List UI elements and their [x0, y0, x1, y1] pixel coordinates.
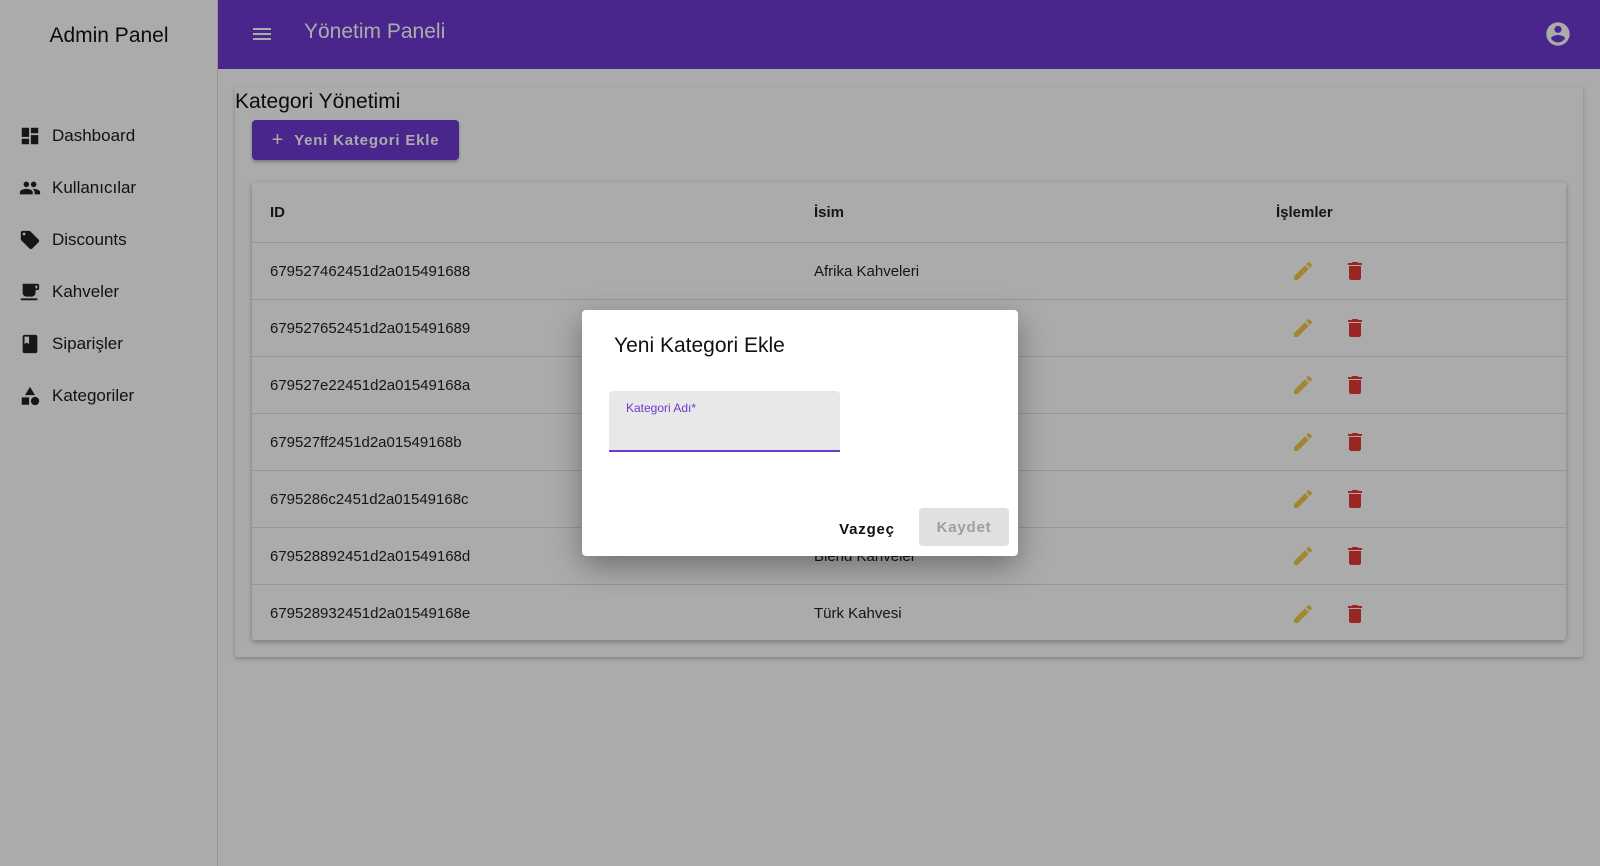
- category-name-label: Kategori Adı*: [626, 401, 697, 415]
- category-name-field[interactable]: Kategori Adı*: [609, 391, 840, 452]
- cancel-button[interactable]: Vazgeç: [834, 510, 900, 548]
- dialog-title: Yeni Kategori Ekle: [614, 334, 785, 357]
- add-category-dialog: Yeni Kategori Ekle Kategori Adı* Vazgeç …: [582, 310, 1018, 556]
- save-button[interactable]: Kaydet: [919, 508, 1009, 546]
- category-name-input[interactable]: [626, 419, 826, 443]
